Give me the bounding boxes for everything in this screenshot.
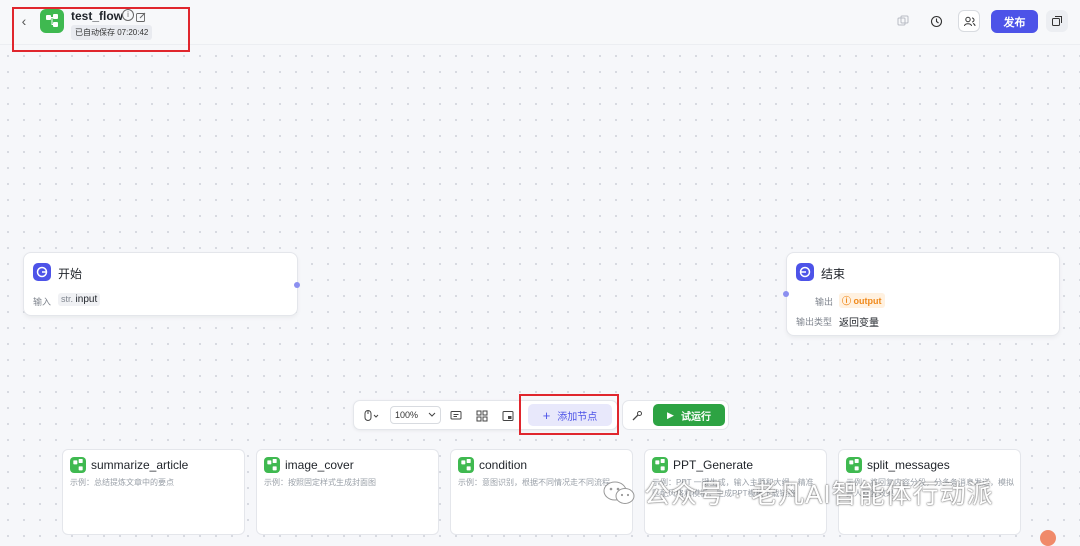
test-run-label: 试运行 (680, 411, 711, 423)
header-highlight-box (12, 7, 190, 52)
comment-icon[interactable] (448, 408, 464, 424)
template-title: summarize_article (91, 458, 189, 472)
workflow-icon (652, 457, 668, 473)
collaborators-icon[interactable] (958, 10, 980, 32)
history-icon[interactable] (925, 10, 947, 32)
param-row: str. input (58, 293, 101, 306)
publish-button[interactable]: 发布 (991, 10, 1038, 33)
add-node-highlight-box (519, 394, 619, 435)
template-card[interactable]: summarize_article 示例：总结提炼文章中的要点 (62, 449, 245, 535)
end-node[interactable]: 结束 输出 ⓘ output 输出类型 返回变量 (783, 252, 1060, 336)
template-title: condition (479, 458, 528, 472)
template-card[interactable]: image_cover 示例：按照固定样式生成封面图 (256, 449, 439, 535)
type-tag: str. (61, 294, 74, 304)
template-title: PPT_Generate (673, 458, 754, 472)
input-label: 输入 (33, 297, 52, 307)
output-type-label: 输出类型 (796, 317, 833, 327)
layout-grid-icon[interactable] (474, 408, 490, 424)
workflow-icon (458, 457, 474, 473)
wechat-icon (603, 481, 635, 504)
wrench-icon[interactable] (631, 409, 643, 427)
input-param: input (75, 294, 98, 305)
output-label: 输出 (815, 297, 834, 307)
play-icon: ▶ (667, 409, 674, 420)
copy-icon[interactable] (892, 10, 914, 32)
watermark-text: 公众号 · 老凡AI智能体行动派 (644, 479, 994, 509)
template-desc: 示例：按照固定样式生成封面图 (264, 478, 376, 487)
template-desc: 示例：总结提炼文章中的要点 (70, 478, 174, 487)
workflow-icon (264, 457, 280, 473)
assistant-avatar[interactable] (1040, 530, 1056, 546)
more-panels-icon[interactable] (1046, 10, 1068, 32)
start-node-title: 开始 (58, 267, 83, 281)
output-type-value: 返回变量 (839, 318, 879, 329)
workflow-icon (846, 457, 862, 473)
zoom-value: 100% (395, 410, 419, 420)
mouse-mode-icon[interactable] (360, 408, 384, 424)
watermark: 公众号 · 老凡AI智能体行动派 (602, 474, 994, 511)
test-run-button[interactable]: ▶ 试运行 (653, 404, 725, 426)
workflow-icon (70, 457, 86, 473)
template-title: split_messages (867, 458, 950, 472)
start-icon (33, 263, 51, 281)
end-icon (796, 263, 814, 281)
end-input-port[interactable] (783, 291, 789, 297)
output-tag: ⓘ output (839, 293, 885, 308)
minimap-icon[interactable] (500, 408, 516, 424)
chevron-down-icon (428, 412, 436, 417)
end-node-title: 结束 (821, 267, 846, 281)
template-desc: 示例：意图识别，根据不同情况走不同流程 (458, 478, 610, 487)
output-tag-label: output (853, 296, 882, 306)
zoom-select[interactable]: 100% (390, 406, 441, 424)
start-output-port[interactable] (294, 282, 300, 288)
template-title: image_cover (285, 458, 354, 472)
start-node[interactable]: 开始 输入 str. input (23, 252, 300, 316)
warning-icon: ⓘ (842, 296, 852, 306)
